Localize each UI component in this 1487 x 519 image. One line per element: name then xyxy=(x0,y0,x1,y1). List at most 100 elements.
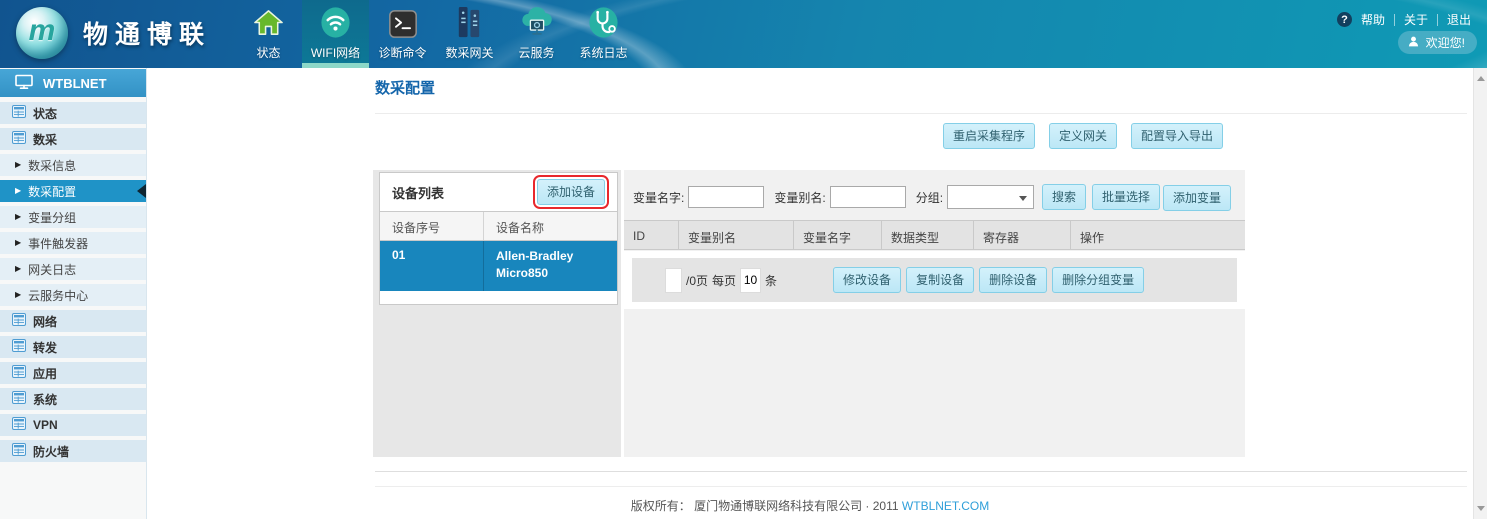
sidebar-item-label: 事件触发器 xyxy=(28,235,88,252)
group-label: 分组: xyxy=(916,189,943,206)
sidebar-title-label: WTBLNET xyxy=(43,76,107,91)
nav-item-label: WIFI网络 xyxy=(311,44,360,61)
grid-icon xyxy=(12,339,26,355)
sidebar-item-label: 防火墙 xyxy=(33,443,69,460)
batch-select-button[interactable]: 批量选择 xyxy=(1092,184,1160,210)
sidebar-item-variable-group[interactable]: ▶ 变量分组 xyxy=(0,206,146,228)
variables-table-header: ID 变量别名 变量名字 数据类型 寄存器 操作 xyxy=(624,220,1245,250)
device-table-header: 设备序号 设备名称 xyxy=(380,212,617,241)
footer-divider-top xyxy=(375,471,1467,472)
grid-icon xyxy=(12,443,26,459)
variable-name-input[interactable] xyxy=(688,186,764,208)
main-content: 数采配置 重启采集程序 定义网关 配置导入导出 设备列表 添加设备 设备序号 设… xyxy=(147,68,1473,519)
sidebar-item-forwarding[interactable]: 转发 xyxy=(0,336,146,358)
page-scrollbar[interactable] xyxy=(1473,68,1487,519)
nav-item-status[interactable]: 状态 xyxy=(235,0,302,68)
grid-icon xyxy=(12,105,26,121)
device-no-column-header: 设备序号 xyxy=(380,212,484,240)
device-table-row[interactable]: 01 Allen-Bradley Micro850 xyxy=(380,241,617,291)
column-header-datatype: 数据类型 xyxy=(882,221,974,249)
sidebar-item-label: 变量分组 xyxy=(28,209,76,226)
sidebar-item-label: 应用 xyxy=(33,365,57,382)
sidebar-item-dacq-info[interactable]: ▶ 数采信息 xyxy=(0,154,146,176)
grid-icon xyxy=(12,417,26,433)
nav-item-system-log[interactable]: 系统日志 xyxy=(570,0,637,68)
device-list-column: 设备列表 添加设备 设备序号 设备名称 01 Allen-Bradley Mic… xyxy=(373,170,621,457)
define-gateway-button[interactable]: 定义网关 xyxy=(1049,123,1117,149)
caret-right-icon: ▶ xyxy=(15,239,21,247)
sidebar-item-application[interactable]: 应用 xyxy=(0,362,146,384)
wtblnet-link[interactable]: WTBLNET.COM xyxy=(902,499,989,513)
welcome-user-button[interactable]: 欢迎您! xyxy=(1398,31,1477,54)
nav-item-cloud-service[interactable]: 云服务 xyxy=(503,0,570,68)
nav-item-label: 云服务 xyxy=(518,44,554,61)
add-device-button[interactable]: 添加设备 xyxy=(537,179,605,205)
nav-item-wifi[interactable]: WIFI网络 xyxy=(302,0,369,68)
top-nav: 状态 WIFI网络 诊断命令 数采网关 云服务 xyxy=(235,0,637,68)
toolbar: 重启采集程序 定义网关 配置导入导出 xyxy=(943,123,1223,149)
wifi-icon xyxy=(318,5,353,44)
sidebar-item-gateway-log[interactable]: ▶ 网关日志 xyxy=(0,258,146,280)
device-list-panel: 设备列表 添加设备 设备序号 设备名称 01 Allen-Bradley Mic… xyxy=(379,172,618,305)
sidebar-item-event-trigger[interactable]: ▶ 事件触发器 xyxy=(0,232,146,254)
copy-device-button[interactable]: 复制设备 xyxy=(906,267,974,293)
header-links: ? 帮助 关于 退出 xyxy=(1337,11,1471,28)
sidebar-item-label: 数采 xyxy=(33,131,57,148)
per-page-input[interactable] xyxy=(740,268,761,293)
sidebar-item-system[interactable]: 系统 xyxy=(0,388,146,410)
variable-filter-row: 变量名字: 变量别名: 分组: 搜索 批量选择 添加变量 xyxy=(624,185,1245,209)
page-number-input[interactable] xyxy=(665,268,682,293)
logo-monogram: m xyxy=(29,14,56,48)
page-count-label: /0页 xyxy=(686,272,708,289)
sidebar-item-network[interactable]: 网络 xyxy=(0,310,146,332)
dacq-config-panel: 设备列表 添加设备 设备序号 设备名称 01 Allen-Bradley Mic… xyxy=(373,170,1245,457)
chevron-down-icon xyxy=(1019,196,1027,201)
scroll-up-arrow-icon[interactable] xyxy=(1477,76,1485,81)
sidebar-item-status[interactable]: 状态 xyxy=(0,102,146,124)
device-list-title: 设备列表 xyxy=(392,183,444,202)
help-icon[interactable]: ? xyxy=(1337,12,1352,27)
modify-device-button[interactable]: 修改设备 xyxy=(833,267,901,293)
link-separator xyxy=(1437,14,1438,26)
scroll-down-arrow-icon[interactable] xyxy=(1477,506,1485,511)
group-select[interactable] xyxy=(947,185,1034,209)
sidebar-item-firewall[interactable]: 防火墙 xyxy=(0,440,146,462)
cloud-icon xyxy=(518,6,556,44)
nav-item-label: 状态 xyxy=(256,44,280,61)
sidebar-item-dacq-config[interactable]: ▶ 数采配置 xyxy=(0,180,146,202)
logout-link[interactable]: 退出 xyxy=(1447,11,1471,28)
terminal-icon xyxy=(387,8,419,44)
copyright-text: 版权所有： 厦门物通博联网络科技有限公司 · 2011 xyxy=(631,499,899,513)
variable-alias-input[interactable] xyxy=(830,186,906,208)
grid-icon xyxy=(12,313,26,329)
sidebar: WTBLNET 状态 数采 ▶ 数采信息 ▶ 数采配置 ▶ 变量分组 ▶ 事件触… xyxy=(0,68,147,519)
sidebar-item-label: 状态 xyxy=(33,105,57,122)
config-import-export-button[interactable]: 配置导入导出 xyxy=(1131,123,1223,149)
column-header-id: ID xyxy=(624,221,679,249)
home-icon xyxy=(252,7,285,44)
column-header-name: 变量名字 xyxy=(794,221,882,249)
variables-column: 变量名字: 变量别名: 分组: 搜索 批量选择 添加变量 ID 变量别名 变量名… xyxy=(624,170,1245,457)
about-link[interactable]: 关于 xyxy=(1404,11,1428,28)
add-variable-button[interactable]: 添加变量 xyxy=(1163,185,1231,211)
sidebar-item-label: 网络 xyxy=(33,313,57,330)
footer-divider-bottom xyxy=(375,486,1467,487)
variable-name-label: 变量名字: xyxy=(633,189,684,206)
search-button[interactable]: 搜索 xyxy=(1042,184,1086,210)
sidebar-item-data-acquisition[interactable]: 数采 xyxy=(0,128,146,150)
device-action-buttons: 修改设备 复制设备 删除设备 删除分组变量 xyxy=(833,267,1144,293)
nav-item-diagnostic-command[interactable]: 诊断命令 xyxy=(369,0,436,68)
brand-logo: m 物通博联 xyxy=(16,7,211,59)
nav-item-label: 系统日志 xyxy=(579,44,627,61)
grid-icon xyxy=(12,391,26,407)
unit-label: 条 xyxy=(765,272,777,289)
sidebar-item-vpn[interactable]: VPN xyxy=(0,414,146,436)
grid-icon xyxy=(12,131,26,147)
help-link[interactable]: 帮助 xyxy=(1361,11,1385,28)
delete-group-variables-button[interactable]: 删除分组变量 xyxy=(1052,267,1144,293)
nav-item-data-gateway[interactable]: 数采网关 xyxy=(436,0,503,68)
user-icon xyxy=(1407,35,1420,51)
delete-device-button[interactable]: 删除设备 xyxy=(979,267,1047,293)
restart-collector-button[interactable]: 重启采集程序 xyxy=(943,123,1035,149)
sidebar-item-cloud-center[interactable]: ▶ 云服务中心 xyxy=(0,284,146,306)
